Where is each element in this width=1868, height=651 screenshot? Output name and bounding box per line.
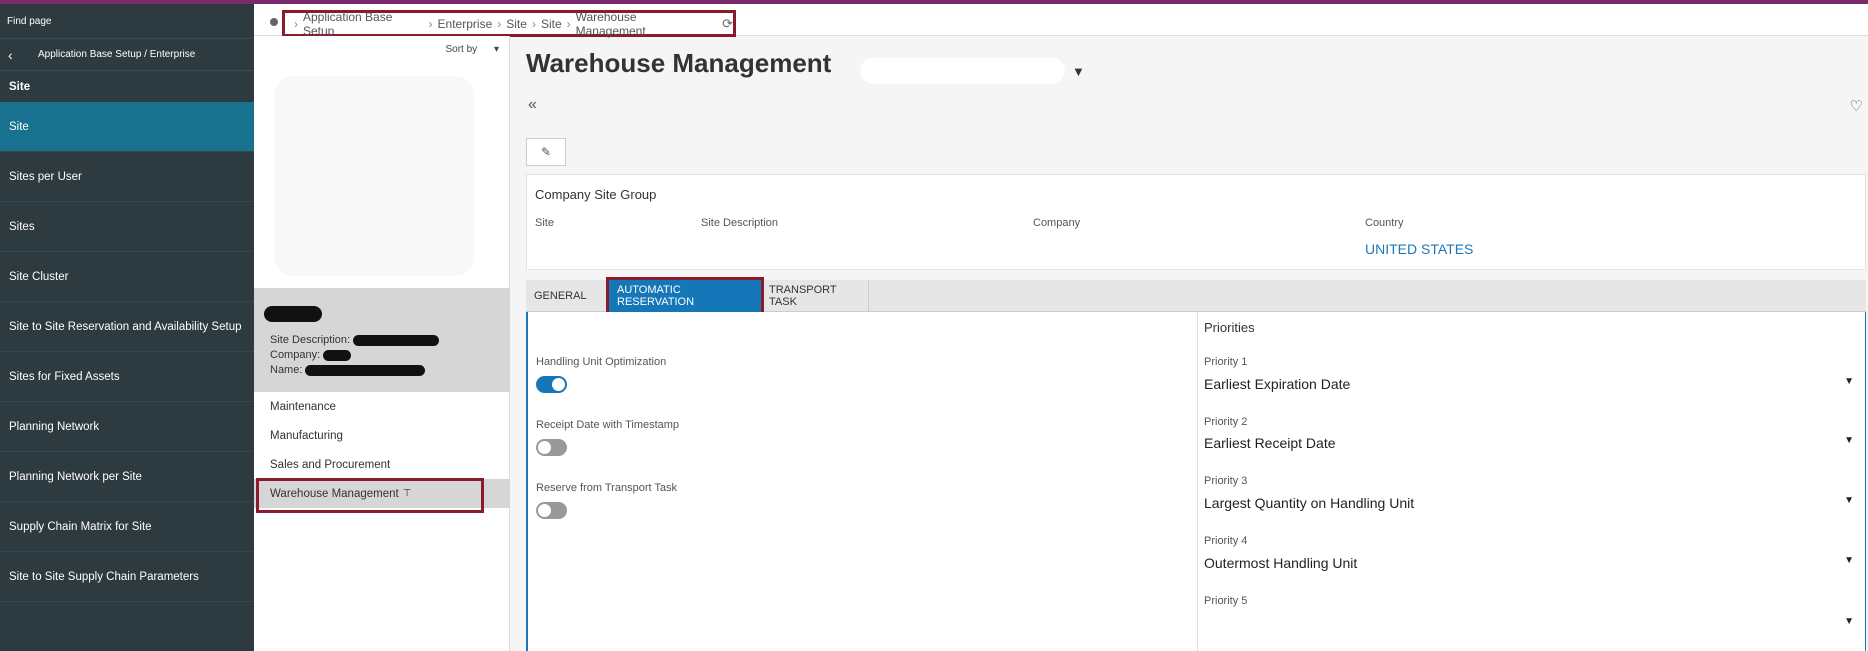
status-dot-icon	[270, 18, 278, 26]
redacted-title-suffix	[860, 58, 1065, 84]
nav-item-site[interactable]: Site	[0, 102, 254, 152]
sort-by-label: Sort by	[445, 44, 478, 55]
highlight-box	[606, 277, 764, 316]
sort-by-dropdown[interactable]: Sort by ▾	[446, 44, 500, 55]
nav-item-site-cluster[interactable]: Site Cluster	[0, 252, 254, 302]
redacted-site-id	[264, 306, 322, 322]
chevron-right-icon: ›	[428, 16, 433, 31]
priority-3-value: Largest Quantity on Handling Unit	[1204, 495, 1415, 511]
priority-3-select[interactable]: Largest Quantity on Handling Unit ▼	[1204, 495, 1854, 511]
nav-item-site-to-site-reservation[interactable]: Site to Site Reservation and Availabilit…	[0, 302, 254, 352]
nav-breadcrumb-label: Application Base Setup / Enterprise	[38, 49, 196, 60]
reserve-transport-task-label: Reserve from Transport Task	[536, 482, 678, 494]
chevron-down-icon: ▼	[1844, 435, 1854, 446]
toggle-knob	[538, 504, 551, 517]
highlight-box	[256, 478, 484, 513]
nav-item-sites-per-user[interactable]: Sites per User	[0, 152, 254, 202]
company-label: Company:	[270, 349, 321, 361]
chevron-down-icon: ▼	[1844, 495, 1854, 506]
site-card[interactable]: Site Description: Company: Name:	[254, 288, 510, 392]
nav-back-row[interactable]: ‹ Application Base Setup / Enterprise	[0, 38, 254, 70]
nav-section-heading: Site	[0, 70, 254, 102]
chevron-down-icon: ▼	[1844, 616, 1854, 627]
chevron-right-icon: ›	[497, 16, 502, 31]
chevron-right-icon: ›	[566, 16, 571, 31]
nav-item-planning-network-per-site[interactable]: Planning Network per Site	[0, 452, 254, 502]
company-row: Company:	[270, 348, 510, 363]
site-label: Site	[535, 217, 554, 229]
tab-general[interactable]: GENERAL	[526, 280, 606, 312]
nav-item-supply-chain-parameters[interactable]: Site to Site Supply Chain Parameters	[0, 552, 254, 602]
find-page-link[interactable]: Find page	[0, 4, 254, 38]
edit-button[interactable]: ✎	[526, 138, 566, 166]
name-row: Name:	[270, 363, 510, 378]
title-dropdown-icon[interactable]: ▼	[1072, 64, 1085, 79]
refresh-icon[interactable]: ⟳	[722, 16, 733, 32]
receipt-date-timestamp-label: Receipt Date with Timestamp	[536, 419, 680, 431]
priorities-heading: Priorities	[1204, 320, 1255, 335]
company-site-group: Company Site Group Site Site Description…	[526, 174, 1866, 270]
priority-5-select[interactable]: ▼	[1204, 616, 1854, 632]
handling-unit-optimization-label: Handling Unit Optimization	[536, 356, 667, 368]
group-title: Company Site Group	[535, 187, 657, 202]
column-divider	[1197, 312, 1198, 651]
breadcrumb-current: Warehouse Management	[575, 9, 646, 38]
site-description-label: Site Description	[701, 217, 779, 229]
country-value[interactable]: UNITED STATES	[1365, 241, 1473, 257]
reserve-transport-task-toggle[interactable]	[536, 502, 567, 519]
automatic-reservation-panel: Handling Unit Optimization Receipt Date …	[526, 312, 1866, 651]
breadcrumb-item[interactable]: Enterprise	[438, 17, 493, 31]
toggle-knob	[538, 441, 551, 454]
priority-3-label: Priority 3	[1204, 475, 1248, 487]
subnav-maintenance[interactable]: Maintenance	[254, 392, 510, 421]
redacted-value	[305, 364, 426, 376]
toggle-knob	[552, 378, 565, 391]
tab-transport-task[interactable]: TRANSPORT TASK	[761, 280, 869, 312]
nav-item-sites[interactable]: Sites	[0, 202, 254, 252]
priority-1-value: Earliest Expiration Date	[1204, 376, 1351, 392]
priority-2-label: Priority 2	[1204, 416, 1248, 428]
breadcrumb-bar: › Application Base Setup › Enterprise › …	[254, 4, 1868, 38]
chevron-down-icon: ▾	[493, 44, 499, 55]
priority-4-label: Priority 4	[1204, 535, 1248, 547]
chevron-right-icon: ›	[531, 16, 536, 31]
company-label: Company	[1033, 217, 1081, 229]
collapse-panel-icon[interactable]: «	[528, 96, 537, 114]
country-label: Country	[1365, 217, 1404, 229]
nav-item-sites-for-fixed-assets[interactable]: Sites for Fixed Assets	[0, 352, 254, 402]
breadcrumb: › Application Base Setup › Enterprise › …	[282, 9, 736, 38]
site-description-row: Site Description:	[270, 333, 510, 348]
left-navigation: Find page ‹ Application Base Setup / Ent…	[0, 4, 254, 651]
priority-2-value: Earliest Receipt Date	[1204, 435, 1336, 451]
name-label: Name:	[270, 364, 303, 376]
nav-item-planning-network[interactable]: Planning Network	[0, 402, 254, 452]
receipt-date-timestamp-toggle[interactable]	[536, 439, 567, 456]
subnav-sales-procurement[interactable]: Sales and Procurement	[254, 450, 510, 479]
redacted-list-area	[274, 76, 474, 276]
breadcrumb-item[interactable]: Site	[506, 17, 527, 31]
redacted-value	[353, 334, 440, 346]
chevron-down-icon: ▼	[1844, 376, 1854, 387]
subnav-manufacturing[interactable]: Manufacturing	[254, 421, 510, 450]
chevron-down-icon: ▼	[1844, 555, 1854, 566]
favorite-heart-icon[interactable]: ♡	[1850, 97, 1863, 115]
record-list-panel: Sort by ▾ Site Description: Company: Nam…	[254, 36, 510, 651]
priority-4-select[interactable]: Outermost Handling Unit ▼	[1204, 555, 1854, 571]
page-title: Warehouse Management	[526, 48, 832, 78]
nav-item-supply-chain-matrix[interactable]: Supply Chain Matrix for Site	[0, 502, 254, 552]
chevron-right-icon: ›	[294, 16, 298, 31]
main-content: Warehouse Management ▼ « ♡ ✎ Company Sit…	[510, 36, 1868, 651]
priority-5-label: Priority 5	[1204, 595, 1248, 607]
breadcrumb-item[interactable]: Site	[541, 17, 562, 31]
breadcrumb-item[interactable]: Application Base Setup	[303, 10, 424, 38]
pencil-icon: ✎	[540, 145, 552, 159]
priority-2-select[interactable]: Earliest Receipt Date ▼	[1204, 435, 1854, 451]
redacted-value	[323, 349, 352, 361]
priority-1-select[interactable]: Earliest Expiration Date ▼	[1204, 376, 1854, 392]
chevron-left-icon[interactable]: ‹	[8, 47, 28, 63]
priority-1-label: Priority 1	[1204, 356, 1248, 368]
priority-4-value: Outermost Handling Unit	[1204, 555, 1358, 571]
site-description-label: Site Description:	[270, 334, 351, 346]
handling-unit-optimization-toggle[interactable]	[536, 376, 567, 393]
